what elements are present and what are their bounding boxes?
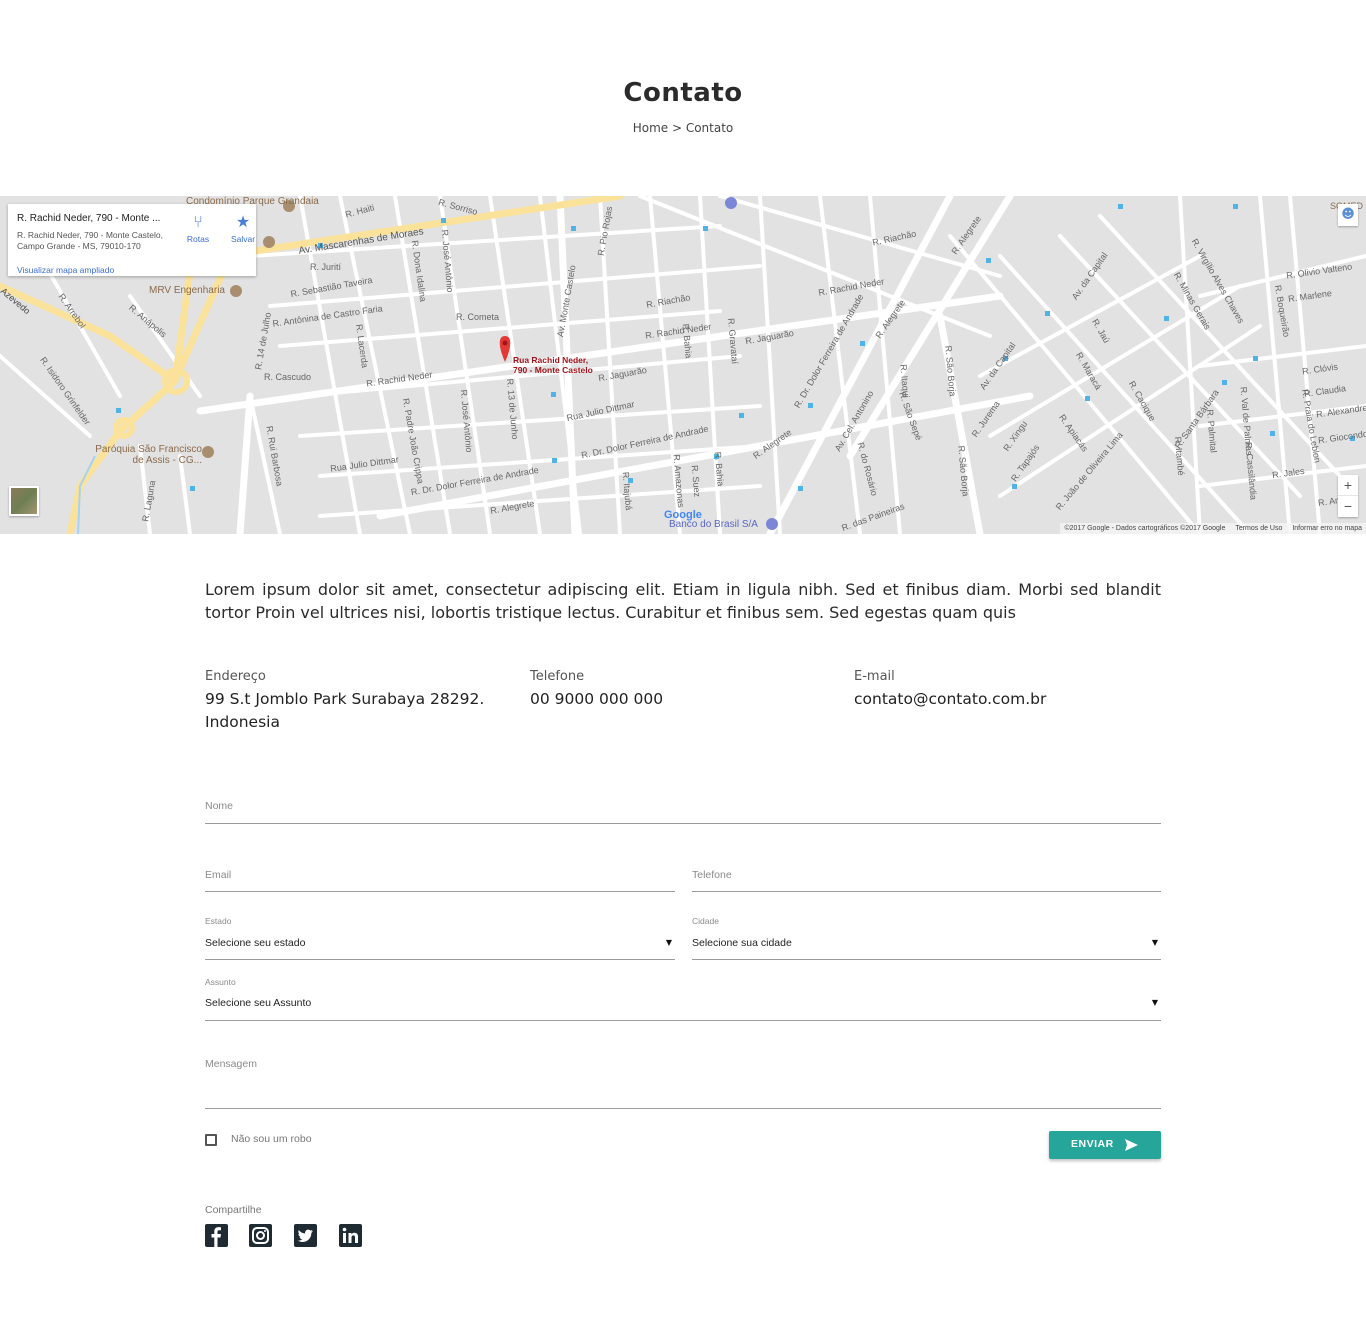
contact-phone-label: Telefone bbox=[530, 669, 585, 684]
name-placeholder: Nome bbox=[205, 800, 234, 812]
map-directions-button[interactable]: ⑂ Rotas bbox=[180, 214, 216, 244]
page-title: Contato bbox=[623, 78, 743, 108]
zoom-out-button[interactable]: − bbox=[1338, 496, 1358, 517]
contact-email-value: contato@contato.com.br bbox=[854, 690, 1047, 708]
map-place-address: R. Rachid Neder, 790 - Monte Castelo, Ca… bbox=[17, 230, 163, 251]
map-place-name: R. Rachid Neder, 790 - Monte ... bbox=[17, 213, 161, 224]
email-field[interactable]: Email bbox=[205, 864, 675, 892]
map-place-card: R. Rachid Neder, 790 - Monte ... R. Rach… bbox=[8, 204, 256, 276]
linkedin-icon[interactable] bbox=[339, 1224, 362, 1247]
name-field[interactable]: Nome bbox=[205, 796, 1161, 824]
subject-label: Assunto bbox=[205, 977, 236, 987]
map-poi-label: MRV Engenharia bbox=[149, 285, 225, 296]
map-zoom-control: + − bbox=[1338, 475, 1358, 517]
state-select[interactable]: Estado Selecione seu estado ▼ bbox=[205, 916, 675, 960]
contact-email: E-mail contato@contato.com.br bbox=[854, 668, 1154, 711]
satellite-toggle-button[interactable] bbox=[9, 486, 39, 516]
map-street-label: R. Jurití bbox=[310, 262, 342, 272]
checkbox-icon[interactable] bbox=[205, 1134, 217, 1146]
subject-value: Selecione seu Assunto bbox=[205, 997, 312, 1009]
message-placeholder: Mensagem bbox=[205, 1058, 257, 1070]
send-button-label: ENVIAR bbox=[1071, 1138, 1114, 1150]
breadcrumb[interactable]: Home > Contato bbox=[0, 121, 1366, 135]
message-textarea[interactable]: Mensagem bbox=[205, 1057, 1161, 1109]
map-terms-link[interactable]: Termos de Uso bbox=[1235, 525, 1282, 532]
map-save-button[interactable]: ★ Salvar bbox=[225, 214, 261, 244]
share-label: Compartilhe bbox=[205, 1204, 262, 1216]
chevron-down-icon: ▼ bbox=[665, 938, 672, 947]
contact-address: Endereço 99 S.t Jomblo Park Surabaya 282… bbox=[205, 668, 505, 734]
google-map[interactable]: Av. Mascarenhas de Moraes R. Rachid Nede… bbox=[0, 196, 1366, 534]
send-icon bbox=[1125, 1139, 1138, 1151]
map-footer: ©2017 Google - Dados cartográficos ©2017… bbox=[1060, 523, 1366, 534]
captcha-label: Não sou um robo bbox=[231, 1133, 312, 1145]
map-enlarge-link[interactable]: Visualizar mapa ampliado bbox=[17, 265, 114, 275]
map-copyright: ©2017 Google - Dados cartográficos ©2017… bbox=[1064, 525, 1226, 532]
map-poi-label: Paróquia São Francisco de Assis - CG... bbox=[95, 444, 202, 466]
contact-address-label: Endereço bbox=[205, 669, 266, 684]
directions-icon: ⑂ bbox=[193, 214, 203, 231]
zoom-in-button[interactable]: + bbox=[1338, 475, 1358, 496]
state-label: Estado bbox=[205, 916, 232, 926]
contact-email-label: E-mail bbox=[854, 669, 895, 684]
contact-phone-value: 00 9000 000 000 bbox=[530, 690, 664, 708]
city-label: Cidade bbox=[692, 916, 719, 926]
facebook-icon[interactable] bbox=[205, 1224, 228, 1247]
map-directions-label: Rotas bbox=[186, 234, 210, 244]
street-view-pegman-icon[interactable]: ☻ bbox=[1338, 204, 1358, 226]
state-value: Selecione seu estado bbox=[205, 937, 306, 949]
contact-address-value: 99 S.t Jomblo Park Surabaya 28292. Indon… bbox=[205, 690, 485, 731]
map-street-label: R. Cascudo bbox=[264, 372, 312, 382]
chevron-down-icon: ▼ bbox=[1151, 938, 1158, 947]
email-placeholder: Email bbox=[205, 869, 232, 881]
google-logo: Google bbox=[664, 509, 702, 521]
subject-select[interactable]: Assunto Selecione seu Assunto ▼ bbox=[205, 977, 1161, 1021]
instagram-icon[interactable] bbox=[249, 1224, 272, 1247]
send-button[interactable]: ENVIAR bbox=[1049, 1131, 1161, 1159]
phone-placeholder: Telefone bbox=[692, 869, 732, 881]
map-save-label: Salvar bbox=[230, 234, 256, 244]
contact-phone: Telefone 00 9000 000 000 bbox=[530, 668, 830, 711]
intro-text: Lorem ipsum dolor sit amet, consectetur … bbox=[205, 580, 1161, 622]
map-street-label: R. Cometa bbox=[456, 312, 500, 322]
city-value: Selecione sua cidade bbox=[692, 937, 792, 949]
map-report-link[interactable]: Informar erro no mapa bbox=[1292, 525, 1362, 532]
city-select[interactable]: Cidade Selecione sua cidade ▼ bbox=[692, 916, 1161, 960]
map-pin-label: Rua Rachid Neder, 790 - Monte Castelo bbox=[513, 355, 593, 375]
chevron-down-icon: ▼ bbox=[1151, 998, 1158, 1007]
twitter-icon[interactable] bbox=[294, 1224, 317, 1247]
star-icon: ★ bbox=[235, 214, 251, 231]
phone-field[interactable]: Telefone bbox=[692, 864, 1161, 892]
